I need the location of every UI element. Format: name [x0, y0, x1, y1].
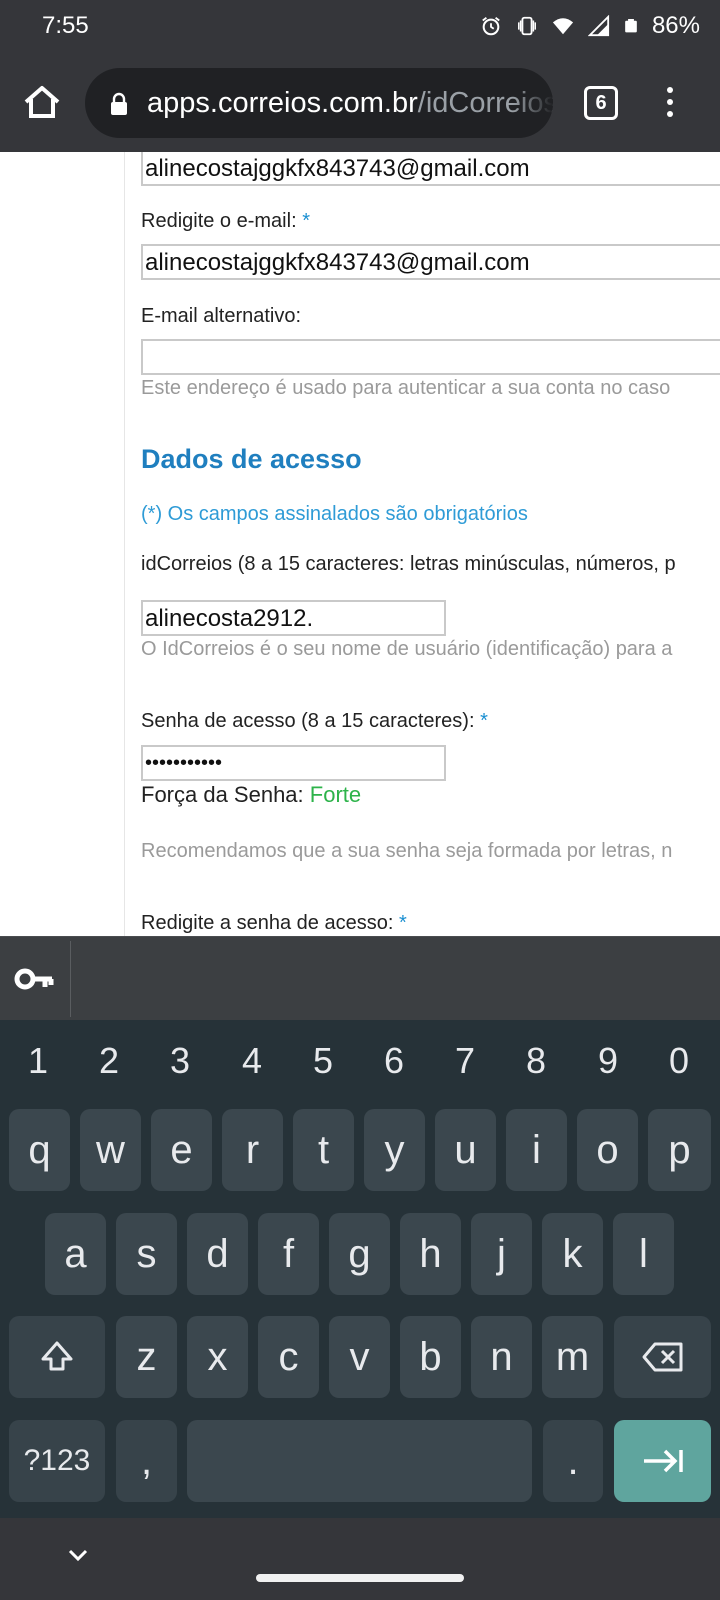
key-g[interactable]: g	[329, 1213, 390, 1295]
system-nav-bar	[0, 1518, 720, 1600]
url-host: apps.correios.com.br	[147, 87, 418, 119]
soft-keyboard: 1 2 3 4 5 6 7 8 9 0 q w e r t y u i o p …	[0, 1020, 720, 1518]
space-key[interactable]	[187, 1420, 532, 1502]
confirm-password-label: Redigite a senha de acesso: *	[141, 912, 407, 934]
address-bar[interactable]: apps.correios.com.br/idCorreios	[85, 68, 553, 138]
idcorreios-hint: O IdCorreios é o seu nome de usuário (id…	[141, 638, 673, 660]
confirm-email-label: Redigite o e-mail: *	[141, 210, 310, 232]
period-key[interactable]: .	[543, 1420, 603, 1502]
key-4[interactable]: 4	[216, 1040, 288, 1082]
home-gesture-handle[interactable]	[256, 1574, 464, 1582]
key-1[interactable]: 1	[2, 1040, 74, 1082]
key-o[interactable]: o	[577, 1109, 638, 1191]
shift-icon	[41, 1341, 73, 1371]
key-9[interactable]: 9	[572, 1040, 644, 1082]
next-field-key[interactable]	[614, 1420, 711, 1502]
key-m[interactable]: m	[542, 1316, 603, 1398]
battery-icon	[625, 19, 637, 33]
key-6[interactable]: 6	[358, 1040, 430, 1082]
lock-icon	[111, 92, 127, 115]
key-e[interactable]: e	[151, 1109, 212, 1191]
key-y[interactable]: y	[364, 1109, 425, 1191]
key-a[interactable]: a	[45, 1213, 106, 1295]
section-title: Dados de acesso	[141, 444, 362, 474]
key-r[interactable]: r	[222, 1109, 283, 1191]
key-v[interactable]: v	[329, 1316, 390, 1398]
status-time: 7:55	[42, 12, 89, 39]
comma-key[interactable]: ,	[116, 1420, 177, 1502]
battery-percent: 86%	[651, 12, 700, 39]
key-3[interactable]: 3	[144, 1040, 216, 1082]
key-8[interactable]: 8	[500, 1040, 572, 1082]
key-w[interactable]: w	[80, 1109, 141, 1191]
strength-value: Forte	[309, 782, 362, 807]
shift-key[interactable]	[9, 1316, 105, 1398]
key-x[interactable]: x	[187, 1316, 248, 1398]
key-q[interactable]: q	[9, 1109, 70, 1191]
idcorreios-field[interactable]: alinecosta2912.	[141, 600, 446, 636]
symbols-key[interactable]: ?123	[9, 1420, 105, 1502]
key-j[interactable]: j	[471, 1213, 532, 1295]
confirm-email-field[interactable]: alinecostajggkfx843743@gmail.com	[141, 244, 720, 280]
key-5[interactable]: 5	[287, 1040, 359, 1082]
key-p[interactable]: p	[648, 1109, 711, 1191]
key-0[interactable]: 0	[643, 1040, 715, 1082]
chevron-down-icon[interactable]	[64, 1544, 92, 1566]
key-t[interactable]: t	[293, 1109, 354, 1191]
keyboard-suggestion-strip	[0, 936, 720, 1020]
key-h[interactable]: h	[400, 1213, 461, 1295]
password-label: Senha de acesso (8 a 15 caracteres): *	[141, 710, 488, 732]
key-i[interactable]: i	[506, 1109, 567, 1191]
tabs-icon[interactable]: 6	[584, 86, 618, 120]
password-field[interactable]: •••••••••••	[141, 745, 446, 781]
key-f[interactable]: f	[258, 1213, 319, 1295]
alt-email-hint: Este endereço é usado para autenticar a …	[141, 377, 671, 399]
password-strength: Força da Senha: Forte	[141, 782, 362, 807]
home-icon[interactable]	[20, 80, 64, 124]
key-7[interactable]: 7	[429, 1040, 501, 1082]
backspace-icon	[642, 1342, 682, 1372]
key-icon[interactable]	[14, 961, 56, 997]
number-row: 1 2 3 4 5 6 7 8 9 0	[0, 1036, 720, 1092]
status-bar: 7:55 86%	[0, 0, 720, 56]
alt-email-label: E-mail alternativo:	[141, 305, 302, 327]
key-k[interactable]: k	[542, 1213, 603, 1295]
password-hint: Recomendamos que a sua senha seja formad…	[141, 840, 673, 862]
key-c[interactable]: c	[258, 1316, 319, 1398]
tab-arrow-icon	[643, 1449, 683, 1473]
idcorreios-label: idCorreios (8 a 15 caracteres: letras mi…	[141, 553, 676, 575]
key-z[interactable]: z	[116, 1316, 177, 1398]
key-2[interactable]: 2	[73, 1040, 145, 1082]
web-page: alinecostajggkfx843743@gmail.com Redigit…	[0, 152, 720, 936]
divider	[124, 152, 125, 936]
signal-icon	[587, 15, 610, 37]
mandatory-note: (*) Os campos assinalados são obrigatóri…	[141, 503, 528, 525]
browser-toolbar: apps.correios.com.br/idCorreios 6	[0, 56, 720, 152]
menu-icon[interactable]	[662, 84, 678, 124]
alt-email-field[interactable]	[141, 339, 720, 375]
url-text: apps.correios.com.br/idCorreios	[147, 87, 553, 120]
key-d[interactable]: d	[187, 1213, 248, 1295]
key-u[interactable]: u	[435, 1109, 496, 1191]
email-field[interactable]: alinecostajggkfx843743@gmail.com	[141, 152, 720, 186]
status-icons: 86%	[480, 12, 700, 40]
key-s[interactable]: s	[116, 1213, 177, 1295]
key-l[interactable]: l	[613, 1213, 674, 1295]
backspace-key[interactable]	[614, 1316, 711, 1398]
key-n[interactable]: n	[471, 1316, 532, 1398]
vibrate-icon	[517, 16, 536, 36]
wifi-icon	[552, 18, 574, 35]
key-b[interactable]: b	[400, 1316, 461, 1398]
alarm-icon	[482, 17, 500, 36]
